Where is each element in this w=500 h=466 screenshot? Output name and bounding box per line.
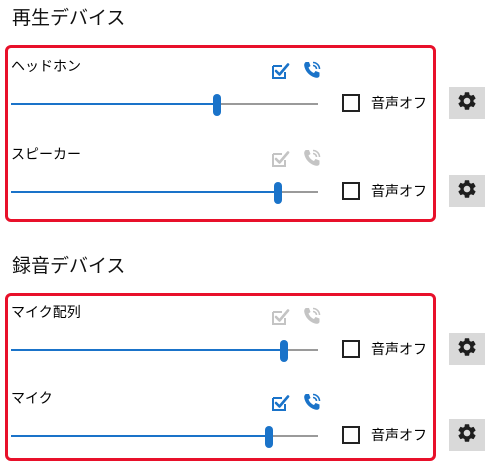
slider-thumb[interactable] (212, 94, 221, 116)
slider-fill (11, 191, 279, 193)
device-row-mic: マイク 音声オフ (0, 386, 500, 466)
gear-icon (456, 90, 478, 116)
mute-label: 音声オフ (371, 96, 427, 112)
mute-checkbox[interactable] (342, 94, 360, 112)
volume-slider[interactable] (11, 182, 318, 204)
recording-devices-title: 録音デバイス (12, 255, 126, 277)
mute-toggle[interactable]: 音声オフ (342, 179, 427, 203)
device-row-headphones: ヘッドホン 音声オフ (0, 54, 500, 134)
slider-thumb[interactable] (264, 426, 273, 448)
device-settings-button[interactable] (449, 333, 485, 365)
mute-label: 音声オフ (371, 184, 427, 200)
mute-checkbox[interactable] (342, 182, 360, 200)
mute-checkbox[interactable] (342, 340, 360, 358)
device-row-speaker: スピーカー 音声オフ (0, 142, 500, 222)
slider-thumb[interactable] (274, 182, 283, 204)
checkmark-icon[interactable] (271, 308, 291, 326)
device-settings-button[interactable] (449, 87, 485, 119)
phone-icon[interactable] (302, 306, 322, 326)
checkmark-icon[interactable] (271, 394, 291, 412)
gear-icon (456, 336, 478, 362)
slider-fill (11, 103, 217, 105)
mute-toggle[interactable]: 音声オフ (342, 337, 427, 361)
checkmark-icon[interactable] (271, 150, 291, 168)
mute-label: 音声オフ (371, 428, 427, 444)
device-settings-button[interactable] (449, 419, 485, 451)
checkmark-icon[interactable] (271, 62, 291, 80)
phone-icon[interactable] (302, 60, 322, 80)
volume-slider[interactable] (11, 340, 318, 362)
gear-icon (456, 422, 478, 448)
volume-slider[interactable] (11, 426, 318, 448)
slider-thumb[interactable] (280, 340, 289, 362)
device-label: ヘッドホン (11, 59, 81, 75)
slider-fill (11, 435, 269, 437)
device-label: スピーカー (11, 147, 81, 163)
mute-toggle[interactable]: 音声オフ (342, 423, 427, 447)
device-label: マイク配列 (11, 305, 81, 321)
phone-icon[interactable] (302, 148, 322, 168)
device-row-mic-array: マイク配列 音声オフ (0, 300, 500, 380)
playback-devices-title: 再生デバイス (12, 7, 126, 29)
phone-icon[interactable] (302, 392, 322, 412)
device-label: マイク (11, 391, 53, 407)
volume-slider[interactable] (11, 94, 318, 116)
gear-icon (456, 178, 478, 204)
slider-fill (11, 349, 285, 351)
mute-label: 音声オフ (371, 342, 427, 358)
mute-checkbox[interactable] (342, 426, 360, 444)
device-settings-button[interactable] (449, 175, 485, 207)
mute-toggle[interactable]: 音声オフ (342, 91, 427, 115)
